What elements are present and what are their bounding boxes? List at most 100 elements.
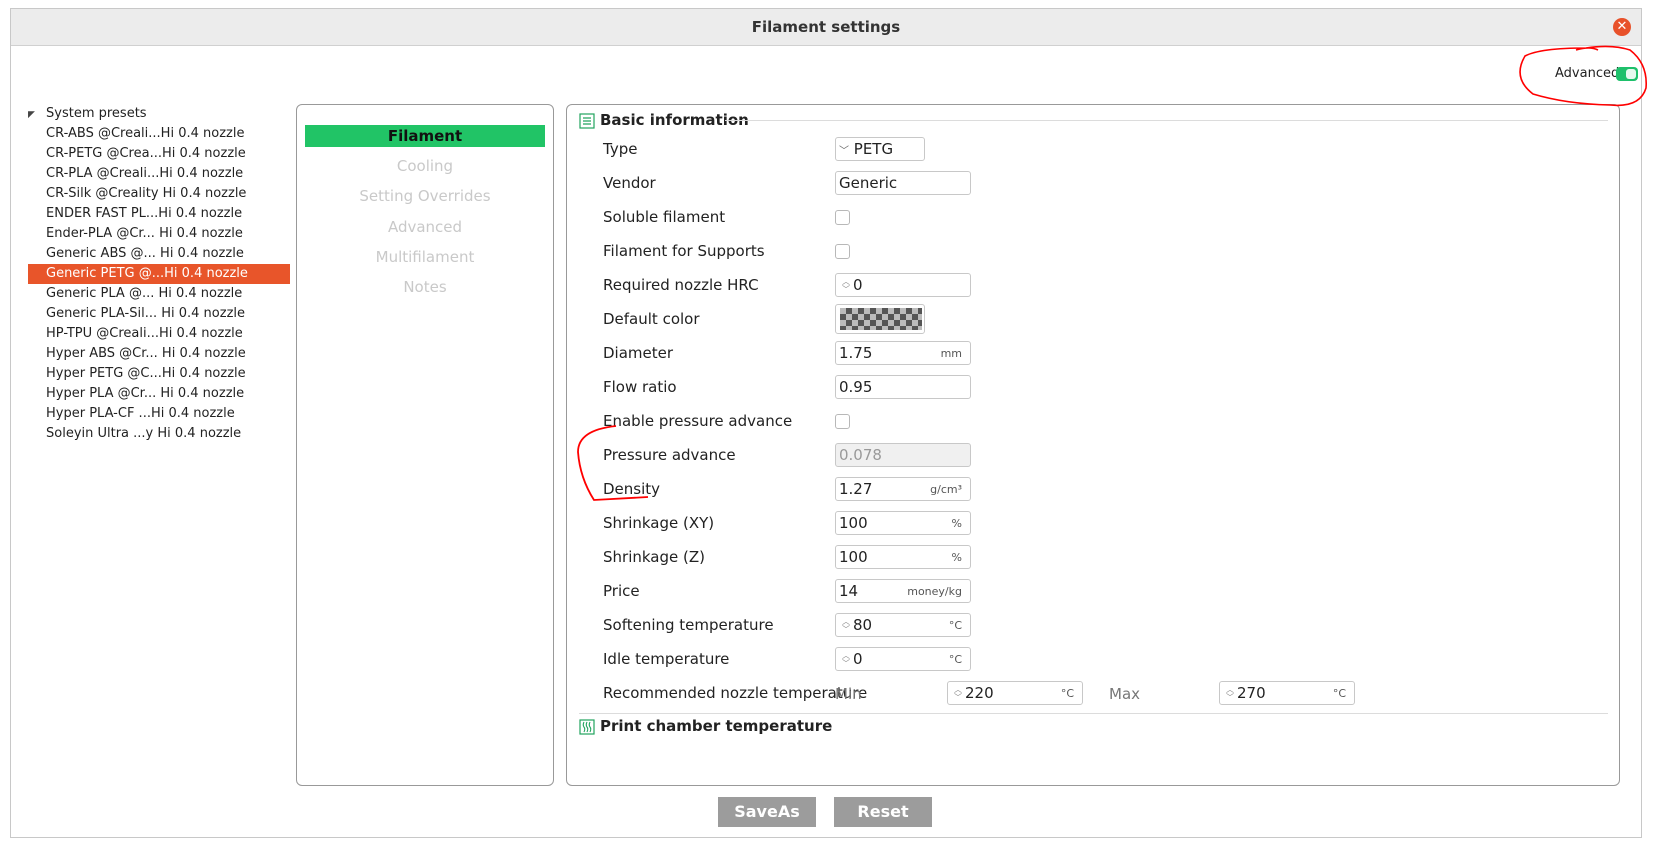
preset-item[interactable]: Ender-PLA @Cr... Hi 0.4 nozzle [28,224,290,244]
pressure-advance-label: Pressure advance [603,446,736,464]
preset-item[interactable]: CR-Silk @Creality Hi 0.4 nozzle [28,184,290,204]
diameter-value: 1.75 [839,344,873,362]
print-chamber-title: Print chamber temperature [600,717,833,735]
type-dropdown[interactable]: ﹀ PETG [835,137,925,161]
window-title: Filament settings [751,18,901,36]
tab-notes[interactable]: Notes [305,276,545,298]
expand-triangle-icon[interactable]: ◤ [28,105,46,125]
type-label: Type [603,140,638,158]
shrinkage-z-label: Shrinkage (Z) [603,548,705,566]
reset-button[interactable]: Reset [834,797,932,827]
advanced-label: Advanced [1555,66,1620,81]
density-field[interactable]: 1.27 g/cm³ [835,477,971,501]
soluble-label: Soluble filament [603,208,726,226]
advanced-toggle[interactable] [1616,67,1638,81]
preset-item[interactable]: CR-ABS @Creali...Hi 0.4 nozzle [28,124,290,144]
preset-item[interactable]: Generic ABS @... Hi 0.4 nozzle [28,244,290,264]
tab-advanced[interactable]: Advanced [305,216,545,238]
spinner-arrows-icon[interactable]: ︿ ﹀ [951,685,965,702]
title-bar: Filament settings ✕ [11,9,1641,46]
recommended-nozzle-temp-label: Recommended nozzle temperature [603,684,868,702]
type-value: PETG [853,140,894,158]
preset-item[interactable]: Soleyin Ultra ...y Hi 0.4 nozzle [28,424,290,444]
idle-temp-label: Idle temperature [603,650,730,668]
basic-information-header: Basic information [579,109,749,131]
shrinkage-xy-value: 100 [839,514,868,532]
settings-content-panel: Basic information Type ﹀ PETG Vendor Gen… [566,104,1620,786]
softening-temp-spinner[interactable]: ︿ ﹀ 80 °C [835,613,971,637]
flow-ratio-label: Flow ratio [603,378,677,396]
min-temp-spinner[interactable]: ︿ ﹀ 220 °C [947,681,1083,705]
min-temp-unit: °C [1060,687,1074,700]
max-temp-spinner[interactable]: ︿ ﹀ 270 °C [1219,681,1355,705]
preset-item[interactable]: Hyper ABS @Cr... Hi 0.4 nozzle [28,344,290,364]
preset-item[interactable]: Generic PLA @... Hi 0.4 nozzle [28,284,290,304]
max-temp-value: 270 [1237,684,1266,702]
list-icon [579,112,595,129]
softening-temp-unit: °C [948,619,962,632]
idle-temp-spinner[interactable]: ︿ ﹀ 0 °C [835,647,971,671]
chevron-down-icon: ﹀ [839,146,849,157]
price-field[interactable]: 14 money/kg [835,579,971,603]
diameter-label: Diameter [603,344,674,362]
density-value: 1.27 [839,480,873,498]
min-temp-value: 220 [965,684,994,702]
preset-item[interactable]: CR-PETG @Crea...Hi 0.4 nozzle [28,144,290,164]
shrinkage-z-field[interactable]: 100 % [835,545,971,569]
tab-cooling[interactable]: Cooling [305,155,545,177]
tab-multifilament[interactable]: Multifilament [305,246,545,268]
price-label: Price [603,582,640,600]
tab-filament[interactable]: Filament [305,125,545,147]
preset-item[interactable]: Generic PLA-Sil... Hi 0.4 nozzle [28,304,290,324]
shrinkage-xy-label: Shrinkage (XY) [603,514,715,532]
enable-pressure-advance-checkbox[interactable] [835,414,850,429]
soluble-checkbox[interactable] [835,210,850,225]
min-label: Min [835,685,862,703]
heat-icon [579,718,595,735]
save-as-button[interactable]: SaveAs [718,797,816,827]
softening-temp-value: 80 [853,616,873,634]
close-icon[interactable]: ✕ [1613,18,1631,36]
preset-item[interactable]: Hyper PLA-CF ...Hi 0.4 nozzle [28,404,290,424]
diameter-field[interactable]: 1.75 mm [835,341,971,365]
hrc-value: 0 [853,276,863,294]
preset-item-selected[interactable]: Generic PETG @...Hi 0.4 nozzle [28,264,290,284]
shrinkage-xy-field[interactable]: 100 % [835,511,971,535]
hrc-spinner[interactable]: ︿ ﹀ 0 [835,273,971,297]
preset-item[interactable]: ENDER FAST PL...Hi 0.4 nozzle [28,204,290,224]
price-value: 14 [839,582,859,600]
softening-temp-label: Softening temperature [603,616,774,634]
spinner-arrows-icon[interactable]: ︿ ﹀ [1223,685,1237,702]
density-label: Density [603,480,661,498]
spinner-arrows-icon[interactable]: ︿ ﹀ [839,651,853,668]
enable-pressure-advance-label: Enable pressure advance [603,412,793,430]
system-presets-node[interactable]: ◤ System presets [28,104,147,124]
spinner-arrows-icon[interactable]: ︿ ﹀ [839,277,853,294]
preset-item[interactable]: CR-PLA @Creali...Hi 0.4 nozzle [28,164,290,184]
section-divider [579,713,1608,714]
density-unit: g/cm³ [930,483,962,496]
flow-ratio-field[interactable]: 0.95 [835,375,971,399]
color-label: Default color [603,310,700,328]
max-label: Max [1109,685,1141,703]
price-unit: money/kg [907,585,962,598]
vendor-field[interactable]: Generic [835,171,971,195]
hrc-label: Required nozzle HRC [603,276,759,294]
tab-setting-overrides[interactable]: Setting Overrides [305,185,545,207]
print-chamber-header: Print chamber temperature [579,715,832,737]
pressure-advance-field: 0.078 [835,443,971,467]
preset-item[interactable]: HP-TPU @Creali...Hi 0.4 nozzle [28,324,290,344]
preset-item[interactable]: Hyper PETG @C...Hi 0.4 nozzle [28,364,290,384]
preset-item[interactable]: Hyper PLA @Cr... Hi 0.4 nozzle [28,384,290,404]
shrinkage-xy-unit: % [951,517,962,530]
section-divider [725,120,1608,121]
max-temp-unit: °C [1332,687,1346,700]
supports-checkbox[interactable] [835,244,850,259]
idle-temp-unit: °C [948,653,962,666]
system-presets-label: System presets [46,106,147,121]
shrinkage-z-value: 100 [839,548,868,566]
idle-temp-value: 0 [853,650,863,668]
color-picker-button[interactable] [835,304,925,334]
supports-label: Filament for Supports [603,242,765,260]
spinner-arrows-icon[interactable]: ︿ ﹀ [839,617,853,634]
